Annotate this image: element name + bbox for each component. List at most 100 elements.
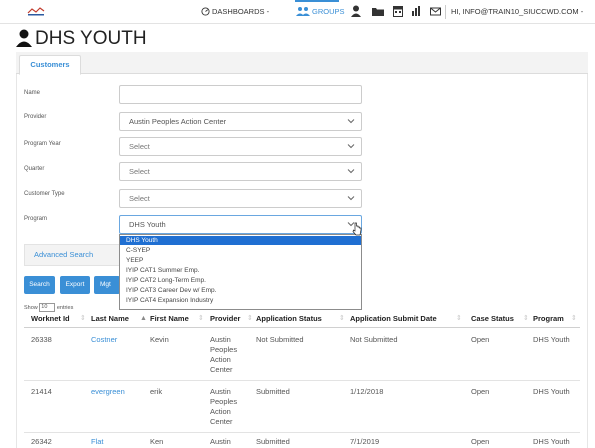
header-program[interactable]: Program: [533, 314, 564, 324]
export-button[interactable]: Export: [60, 276, 90, 294]
cell-provider: Peoples: [210, 345, 238, 354]
program-option-c-syep[interactable]: C-SYEP: [120, 246, 361, 255]
chevron-down-icon: [347, 196, 355, 201]
program-option-yeep[interactable]: YEEP: [120, 256, 361, 265]
quarter-label: Quarter: [24, 166, 45, 172]
bar-chart-icon[interactable]: [411, 5, 421, 17]
groups-icon: [296, 7, 310, 16]
nav-active-indicator: [295, 0, 339, 2]
cell-provider: Center: [210, 365, 233, 374]
customer-type-select[interactable]: Select: [119, 189, 362, 208]
user-icon[interactable]: [351, 5, 361, 17]
customer-type-select-value: Select: [129, 194, 150, 203]
program-label: Program: [24, 216, 48, 222]
cell-last-name-link[interactable]: evergreen: [91, 387, 125, 397]
header-divider: [24, 327, 580, 328]
sort-icon[interactable]: ⇕: [339, 314, 345, 324]
advanced-search-toggle[interactable]: Advanced Search: [24, 244, 120, 266]
cell-provider: Austin: [210, 437, 231, 446]
show-entries-prefix: Show: [24, 304, 38, 311]
page-size-select[interactable]: 10: [39, 303, 56, 312]
mgt-button[interactable]: Mgt: [94, 276, 120, 294]
cell-submit-date: 7/1/2019: [350, 437, 380, 446]
program-option-dhs-youth[interactable]: DHS Youth: [120, 236, 361, 245]
cell-application-status: Not Submitted: [256, 335, 304, 344]
folder-icon[interactable]: [372, 5, 384, 17]
show-entries: Show 10 entries: [24, 303, 73, 312]
cell-first-name: Ken: [150, 437, 164, 446]
header-application-status[interactable]: Application Status: [256, 314, 322, 324]
nav-groups[interactable]: GROUPS: [312, 7, 345, 17]
cell-worknet-id: 26342: [31, 437, 52, 446]
row-divider: [24, 380, 580, 381]
cell-provider: Action: [210, 407, 231, 416]
customer-type-label: Customer Type: [24, 191, 65, 197]
mail-icon[interactable]: [430, 5, 441, 17]
cell-case-status: Open: [471, 387, 490, 396]
cell-provider: Austin: [210, 387, 231, 396]
nav-user-menu[interactable]: HI, INFO@TRAIN10_SIUCCWD.COM -: [451, 7, 583, 17]
show-entries-suffix: entries: [56, 304, 74, 311]
program-option-iyip-cat3[interactable]: IYIP CAT3 Career Dev w/ Emp.: [120, 286, 361, 295]
sort-icon[interactable]: ⇕: [198, 314, 204, 324]
program-select[interactable]: DHS Youth: [119, 215, 362, 234]
cell-first-name: erik: [150, 387, 163, 396]
quarter-select[interactable]: Select: [119, 162, 362, 181]
cell-submit-date: 1/12/2018: [350, 387, 384, 396]
header-application-submit-date[interactable]: Application Submit Date: [350, 314, 437, 324]
program-year-select[interactable]: Select: [119, 137, 362, 156]
program-select-value: DHS Youth: [129, 220, 166, 229]
nav-separator: [445, 5, 446, 19]
header-worknet-id[interactable]: Worknet Id: [31, 314, 70, 324]
name-label: Name: [24, 90, 41, 96]
cell-application-status: Submitted: [256, 437, 290, 446]
sort-icon[interactable]: ⇕: [523, 314, 529, 324]
program-option-iyip-cat2[interactable]: IYIP CAT2 Long-Term Emp.: [120, 276, 361, 285]
logo-icon[interactable]: [27, 6, 45, 17]
sort-icon[interactable]: ⇕: [247, 314, 253, 324]
search-button[interactable]: Search: [24, 276, 55, 294]
cell-program: DHS Youth: [533, 335, 570, 344]
cell-provider: Center: [210, 417, 233, 426]
cell-program: DHS Youth: [533, 387, 570, 396]
cell-worknet-id: 26338: [31, 335, 52, 344]
name-input[interactable]: [119, 85, 362, 104]
sort-asc-icon[interactable]: ▲: [140, 314, 147, 324]
chevron-down-icon: [347, 119, 355, 124]
header-provider[interactable]: Provider: [210, 314, 240, 324]
cell-application-status: Submitted: [256, 387, 290, 396]
cell-last-name-link[interactable]: Flat: [91, 437, 104, 447]
chevron-down-icon: [347, 169, 355, 174]
cell-case-status: Open: [471, 335, 490, 344]
quarter-select-value: Select: [129, 167, 150, 176]
program-option-iyip-cat4[interactable]: IYIP CAT4 Expansion Industry: [120, 296, 361, 305]
header-case-status[interactable]: Case Status: [471, 314, 514, 324]
cell-last-name-link[interactable]: Costner: [91, 335, 117, 345]
provider-select[interactable]: Austin Peoples Action Center: [119, 112, 362, 131]
chevron-down-icon: [347, 144, 355, 149]
mouse-cursor-icon: [352, 222, 362, 236]
cell-provider: Action: [210, 355, 231, 364]
header-last-name[interactable]: Last Name: [91, 314, 129, 324]
person-icon: [16, 29, 32, 47]
dashboard-icon: [201, 7, 210, 16]
sort-icon[interactable]: ⇕: [80, 314, 86, 324]
cell-program: DHS Youth: [533, 437, 570, 446]
calendar-icon[interactable]: [393, 5, 403, 17]
cell-first-name: Kevin: [150, 335, 169, 344]
header-first-name[interactable]: First Name: [150, 314, 189, 324]
sort-icon[interactable]: ⇕: [456, 314, 462, 324]
program-year-select-value: Select: [129, 142, 150, 151]
top-navbar: DASHBOARDS - GROUPS HI, INFO@TRAIN10_SIU…: [0, 0, 595, 24]
cell-provider: Austin: [210, 335, 231, 344]
cell-provider: Peoples: [210, 397, 238, 406]
nav-dashboards[interactable]: DASHBOARDS -: [212, 7, 269, 17]
cell-worknet-id: 21414: [31, 387, 52, 396]
sort-icon[interactable]: ⇕: [571, 314, 577, 324]
program-option-iyip-cat1[interactable]: IYIP CAT1 Summer Emp.: [120, 266, 361, 275]
provider-select-value: Austin Peoples Action Center: [129, 117, 227, 126]
program-year-label: Program Year: [24, 141, 61, 147]
row-divider: [24, 432, 580, 433]
tab-customers[interactable]: Customers: [19, 55, 81, 75]
cell-submit-date: Not Submitted: [350, 335, 398, 344]
